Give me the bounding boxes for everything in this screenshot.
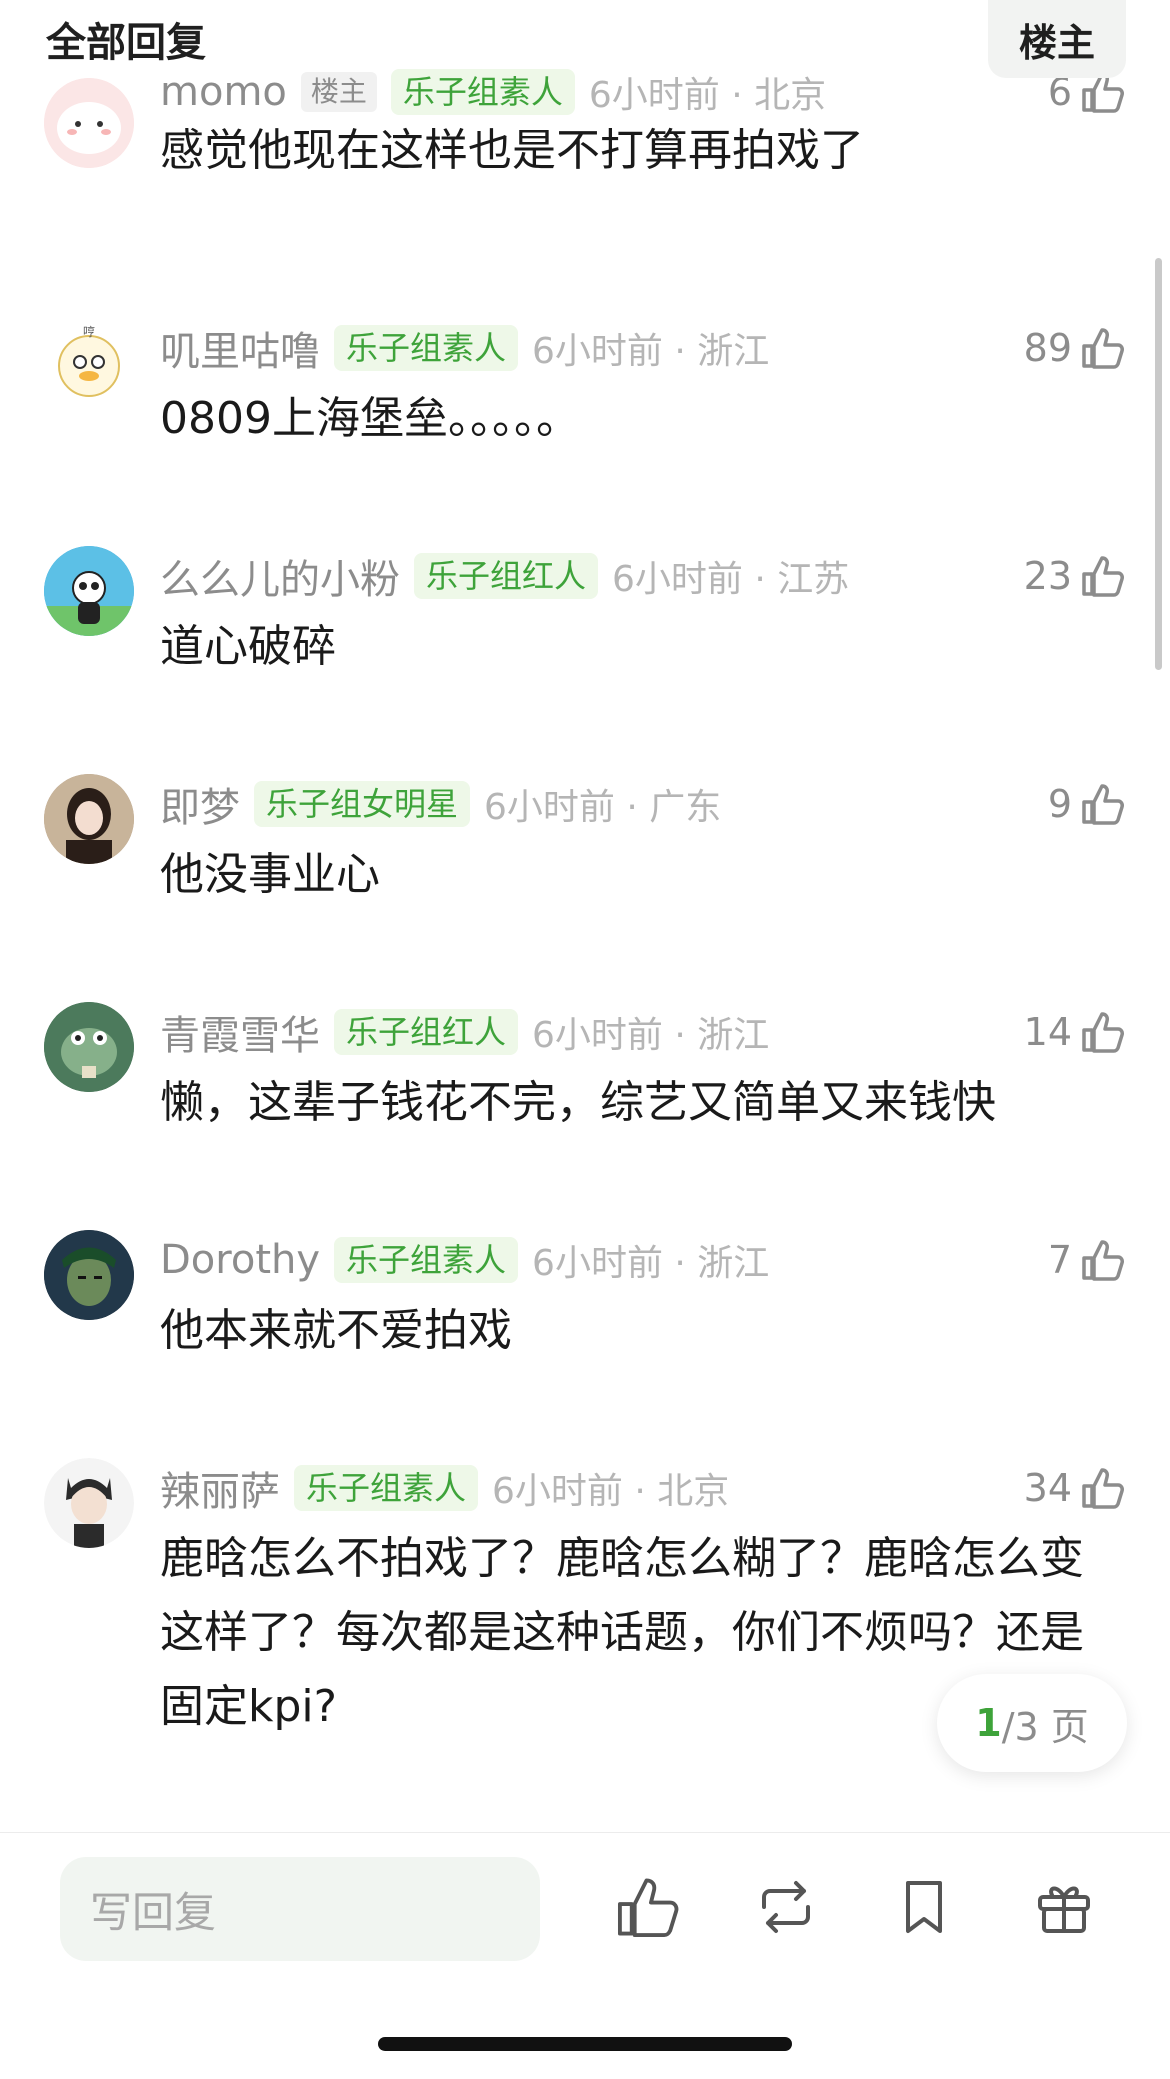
avatar[interactable]: 哼 [44,318,134,408]
user-badge: 乐子组素人 [294,1465,479,1511]
like-button[interactable]: 34 [1024,1462,1126,1514]
like-button[interactable]: 9 [1048,778,1126,830]
thumbs-up-icon [1080,1466,1126,1510]
op-only-button[interactable]: 楼主 [988,0,1126,78]
like-button[interactable]: 7 [1048,1234,1126,1286]
thumbs-up-icon[interactable] [614,1873,682,1941]
avatar[interactable] [44,78,134,168]
reply-input[interactable]: 写回复 [60,1857,540,1961]
header: 全部回复 楼主 [0,0,1170,80]
like-button[interactable]: 23 [1024,550,1126,602]
timestamp: 6小时前 · 广东 [484,787,722,828]
page-title: 全部回复 [46,20,206,66]
bottom-bar: 写回复 [0,1832,1170,2079]
like-count: 7 [1047,1238,1072,1282]
thumbs-up-icon [1080,1238,1126,1282]
username[interactable]: Dorothy [160,1237,320,1283]
timestamp: 6小时前 · 浙江 [532,331,770,372]
repost-icon[interactable] [752,1873,820,1941]
comment-text: 道心破碎 [160,621,336,672]
thumbs-up-icon [1080,782,1126,826]
like-button[interactable]: 89 [1024,322,1126,374]
like-count: 14 [1023,1010,1072,1054]
username[interactable]: 叽里咕噜 [160,319,320,377]
timestamp: 6小时前 · 北京 [492,1471,730,1512]
user-badge: 乐子组红人 [334,1009,519,1055]
page-indicator[interactable]: 1 /3 页 [937,1674,1127,1772]
current-page: 1 [975,1701,1002,1745]
username[interactable]: 青霞雪华 [160,1003,320,1061]
like-count: 89 [1023,326,1072,370]
total-pages: /3 页 [1001,1704,1089,1749]
home-indicator [378,2037,792,2051]
comment-text: 0809上海堡垒。。。。。 [160,393,580,444]
svg-text:哼: 哼 [83,324,95,339]
comment-list: momo 楼主 乐子组素人 6小时前 · 北京 6 感觉他现在这样也是不打算再拍… [0,0,1170,1830]
gift-icon[interactable] [1030,1873,1098,1941]
like-count: 34 [1023,1466,1072,1510]
user-badge: 乐子组女明星 [254,781,471,827]
comment-text: 他本来就不爱拍戏 [160,1305,512,1356]
timestamp: 6小时前 · 浙江 [532,1015,770,1056]
timestamp: 6小时前 · 浙江 [532,1243,770,1284]
like-count: 23 [1023,554,1072,598]
thumbs-up-icon [1080,326,1126,370]
avatar[interactable] [44,774,134,864]
user-badge: 乐子组素人 [334,325,519,371]
avatar[interactable] [44,1230,134,1320]
username[interactable]: 即梦 [160,775,240,833]
username[interactable]: 辣丽萨 [160,1459,280,1517]
thumbs-up-icon [1080,1010,1126,1054]
comment-text: 懒，这辈子钱花不完，综艺又简单又来钱快 [160,1077,996,1128]
thumbs-up-icon [1080,554,1126,598]
user-badge: 乐子组素人 [334,1237,519,1283]
username[interactable]: 么么儿的小粉 [160,547,400,605]
like-button[interactable]: 14 [1024,1006,1126,1058]
bookmark-icon[interactable] [890,1873,958,1941]
scrollbar[interactable] [1155,258,1162,670]
user-badge: 乐子组红人 [414,553,599,599]
timestamp: 6小时前 · 江苏 [612,559,850,600]
comment-text: 感觉他现在这样也是不打算再拍戏了 [160,125,864,176]
comment-text: 他没事业心 [160,849,380,900]
reply-placeholder: 写回复 [90,1887,217,1937]
avatar[interactable] [44,546,134,636]
avatar[interactable] [44,1458,134,1548]
avatar[interactable] [44,1002,134,1092]
like-count: 9 [1047,782,1072,826]
